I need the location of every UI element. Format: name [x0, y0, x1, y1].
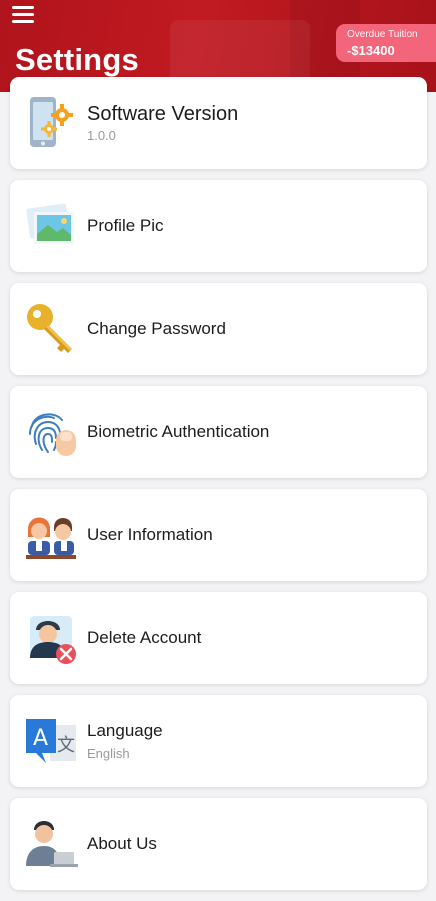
person-laptop-icon — [24, 816, 80, 872]
photo-icon — [24, 198, 80, 254]
settings-item-title: User Information — [87, 525, 213, 544]
overdue-tuition-label: Overdue Tuition — [347, 29, 418, 40]
settings-item-title: Change Password — [87, 319, 226, 338]
delete-user-icon — [24, 610, 80, 666]
settings-item-title: Software Version — [87, 103, 239, 125]
settings-item-subtitle: 1.0.0 — [87, 128, 116, 143]
settings-item-title: Biometric Authentication — [87, 422, 270, 441]
settings-list: Software Version 1.0.0 Profile Pic Chang… — [10, 77, 427, 901]
settings-item-software-version[interactable]: Software Version 1.0.0 — [10, 77, 427, 169]
key-icon — [24, 301, 80, 357]
translate-icon: 文 A — [24, 713, 80, 769]
overdue-tuition-badge[interactable]: Overdue Tuition -$13400 — [336, 24, 436, 62]
settings-item-title: About Us — [87, 834, 157, 853]
settings-item-user-information[interactable]: User Information — [10, 489, 427, 581]
settings-item-profile-pic[interactable]: Profile Pic — [10, 180, 427, 272]
svg-text:文: 文 — [57, 735, 75, 756]
fingerprint-icon — [24, 404, 80, 460]
svg-text:A: A — [33, 726, 48, 751]
page-title: Settings — [15, 42, 139, 77]
settings-item-delete-account[interactable]: Delete Account — [10, 592, 427, 684]
hamburger-menu-icon[interactable] — [12, 4, 36, 24]
settings-item-title: Language — [87, 721, 163, 740]
phone-gears-icon — [24, 95, 80, 151]
overdue-tuition-amount: -$13400 — [347, 43, 395, 58]
settings-item-language[interactable]: 文 A Language English — [10, 695, 427, 787]
settings-item-about-us[interactable]: About Us — [10, 798, 427, 890]
settings-item-biometric-authentication[interactable]: Biometric Authentication — [10, 386, 427, 478]
settings-item-change-password[interactable]: Change Password — [10, 283, 427, 375]
settings-item-title: Delete Account — [87, 628, 202, 647]
settings-item-subtitle: English — [87, 746, 130, 761]
users-icon — [24, 507, 80, 563]
settings-item-title: Profile Pic — [87, 216, 164, 235]
